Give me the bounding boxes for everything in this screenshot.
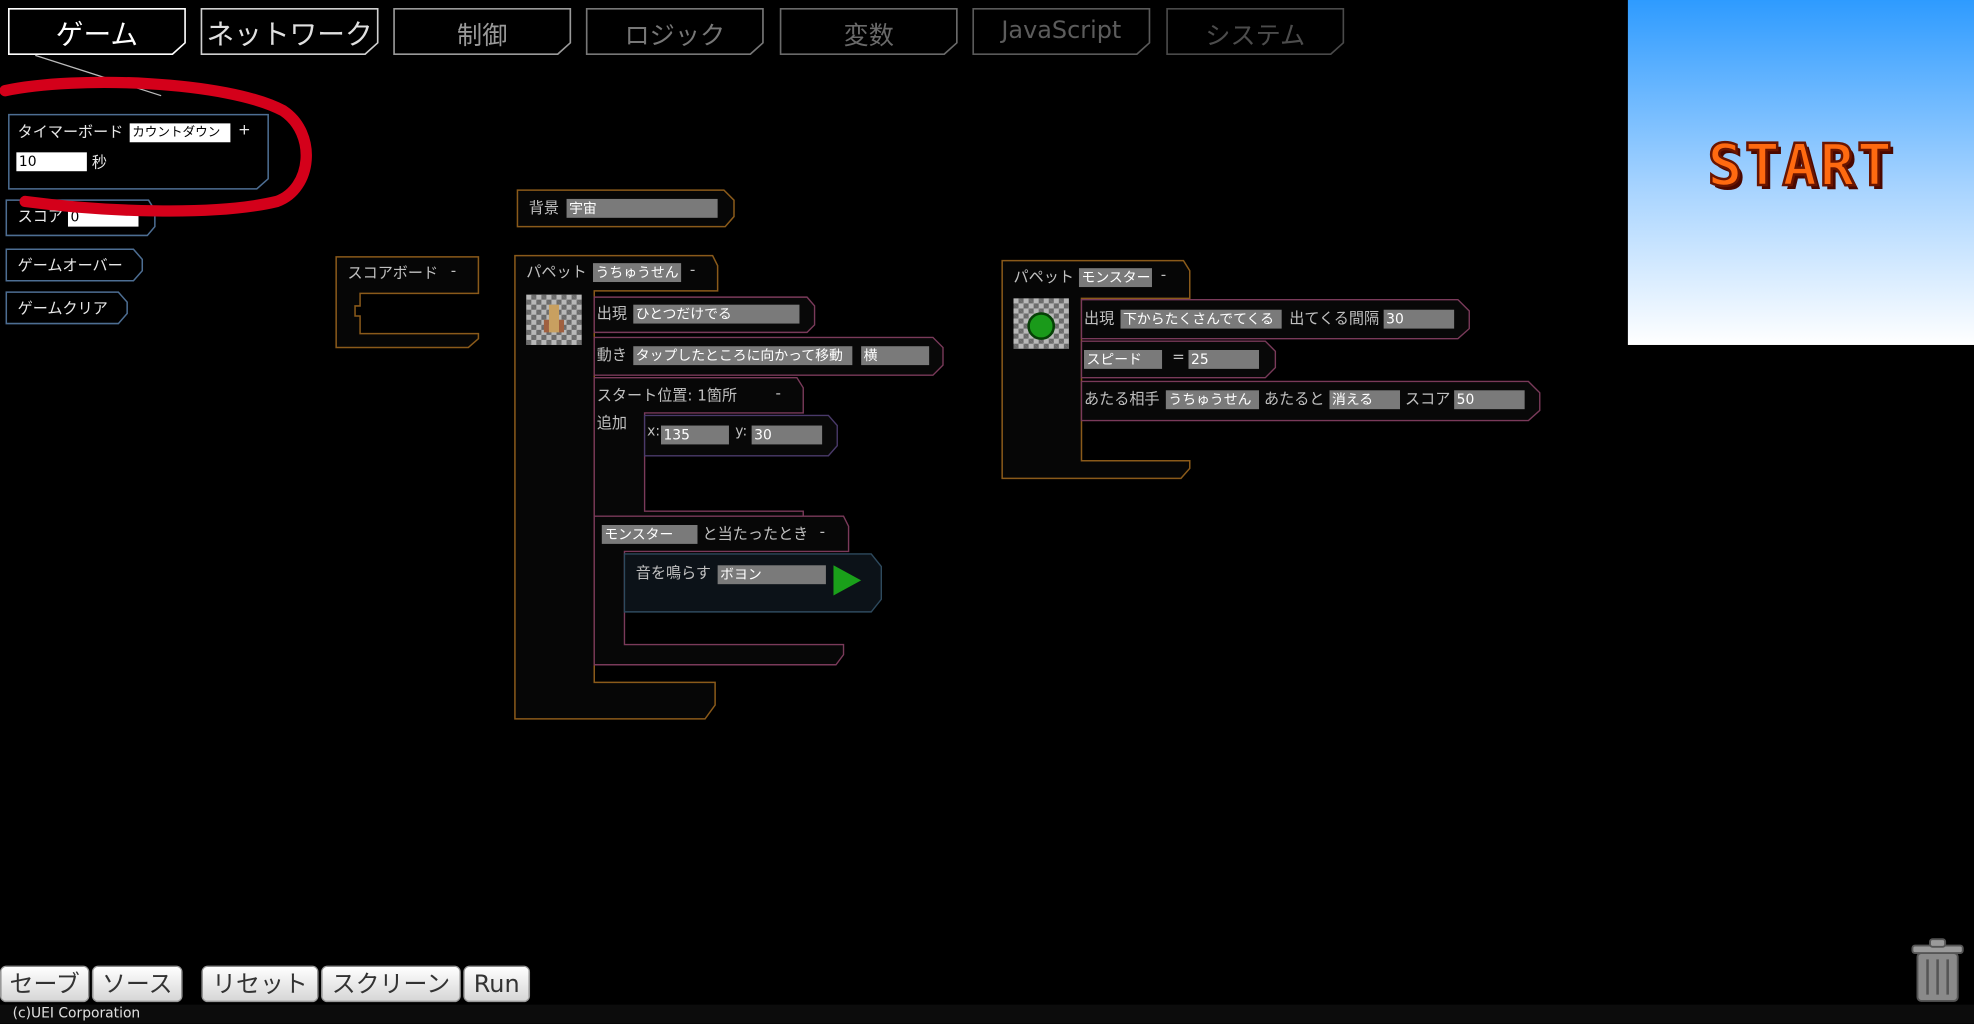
puppet2-appear-label: 出現 — [1083, 309, 1115, 328]
game-preview[interactable]: START — [1627, 0, 1974, 345]
puppet2-speed-select[interactable]: スピード — [1083, 350, 1163, 369]
tab-label: JavaScript — [1001, 16, 1122, 45]
save-button[interactable]: セーブ — [0, 965, 90, 1003]
source-button[interactable]: ソース — [91, 965, 183, 1003]
collision-minus-button[interactable]: - — [820, 522, 825, 540]
tab-system[interactable]: システム — [1166, 7, 1345, 56]
sound-select[interactable]: ボヨン — [717, 565, 826, 585]
tab-label: 変数 — [843, 20, 894, 51]
copyright-text: (c)UEI Corporation — [12, 1004, 141, 1022]
x-label: x: — [647, 423, 660, 440]
footer-bar: (c)UEI Corporation — [0, 1004, 1974, 1024]
tab-control[interactable]: 制御 — [393, 7, 572, 56]
puppet2-interval-input[interactable]: 30 — [1383, 309, 1455, 329]
puppet2-interval-label: 出てくる間隔 — [1289, 309, 1380, 328]
tab-logic[interactable]: ロジック — [585, 7, 764, 56]
puppet2-target-label: あたる相手 — [1083, 390, 1160, 408]
puppet2-speed-input[interactable]: 25 — [1188, 350, 1259, 369]
play-sound-icon[interactable] — [831, 563, 869, 601]
background-block[interactable]: 背景 宇宙 — [516, 189, 735, 228]
puppet1-start-label: スタート位置: 1箇所 — [596, 386, 738, 405]
scoreboard-label: スコアボード — [347, 264, 439, 283]
run-button[interactable]: Run — [463, 965, 531, 1003]
y-label: y: — [735, 423, 748, 440]
scoreboard-minus-button[interactable]: - — [451, 262, 456, 280]
tab-variables[interactable]: 変数 — [779, 7, 958, 56]
gameclear-label: ゲームクリア — [17, 299, 108, 318]
monster-sprite-icon[interactable] — [1013, 298, 1069, 349]
scoreboard-block[interactable]: スコアボード - — [335, 256, 481, 349]
puppet-monster-block[interactable]: パペット モンスター - 出現 下からたくさんでてくる 出てくる間隔 30 スピ… — [1001, 259, 1545, 481]
puppet1-add-label: 追加 — [596, 414, 628, 432]
puppet1-move-select[interactable]: タップしたところに向かって移動 — [633, 346, 853, 366]
trash-icon[interactable] — [1910, 938, 1965, 1006]
puppet2-minus-button[interactable]: - — [1161, 266, 1166, 284]
screen-button[interactable]: スクリーン — [321, 965, 461, 1003]
puppet2-onhit-select[interactable]: 消える — [1329, 390, 1401, 410]
puppet2-score-label: スコア — [1405, 390, 1451, 408]
puppet1-label: パペット — [526, 263, 587, 281]
start-title[interactable]: START — [1628, 130, 1974, 201]
puppet2-label: パペット — [1013, 268, 1074, 286]
puppet2-target-select[interactable]: うちゅうせん — [1165, 390, 1259, 410]
tab-javascript[interactable]: JavaScript — [972, 7, 1151, 56]
puppet2-appear-select[interactable]: 下からたくさんでてくる — [1120, 309, 1282, 329]
background-select[interactable]: 宇宙 — [566, 198, 718, 218]
puppet1-direction-select[interactable]: 横 — [861, 346, 930, 366]
gameover-label: ゲームオーバー — [17, 256, 123, 275]
y-input[interactable]: 30 — [751, 425, 823, 445]
puppet2-speed-eq: = — [1172, 347, 1185, 366]
spaceship-sprite-icon[interactable] — [526, 294, 582, 345]
background-label: 背景 — [528, 198, 560, 217]
tab-label: 制御 — [457, 20, 508, 51]
red-annotation-circle — [0, 76, 312, 217]
puppet1-appear-select[interactable]: ひとつだけでる — [633, 304, 800, 324]
play-sound-label: 音を鳴らす — [635, 564, 712, 582]
reset-button[interactable]: リセット — [201, 965, 319, 1003]
puppet1-minus-button[interactable]: - — [690, 261, 695, 279]
collision-label: と当たったとき — [702, 525, 809, 543]
puppet-spaceship-block[interactable]: パペット うちゅうせん - 出現 ひとつだけでる 動き タップしたところに向かっ… — [514, 254, 948, 722]
puppet2-score-input[interactable]: 50 — [1454, 390, 1525, 410]
puppet2-onhit-label: あたると — [1264, 390, 1325, 408]
x-input[interactable]: 135 — [660, 425, 729, 445]
tab-label: ロジック — [624, 20, 726, 51]
puppet1-move-label: 動き — [596, 346, 628, 364]
puppet1-start-minus-button[interactable]: - — [776, 384, 781, 402]
collision-target-select[interactable]: モンスター — [601, 525, 698, 544]
puppet2-name-select[interactable]: モンスター — [1078, 268, 1152, 288]
puppet1-name-select[interactable]: うちゅうせん — [592, 263, 682, 283]
puppet1-appear-label: 出現 — [596, 304, 628, 323]
palette-gameclear-block[interactable]: ゲームクリア — [5, 291, 128, 325]
palette-gameover-block[interactable]: ゲームオーバー — [5, 248, 144, 282]
tab-label: システム — [1205, 20, 1306, 51]
